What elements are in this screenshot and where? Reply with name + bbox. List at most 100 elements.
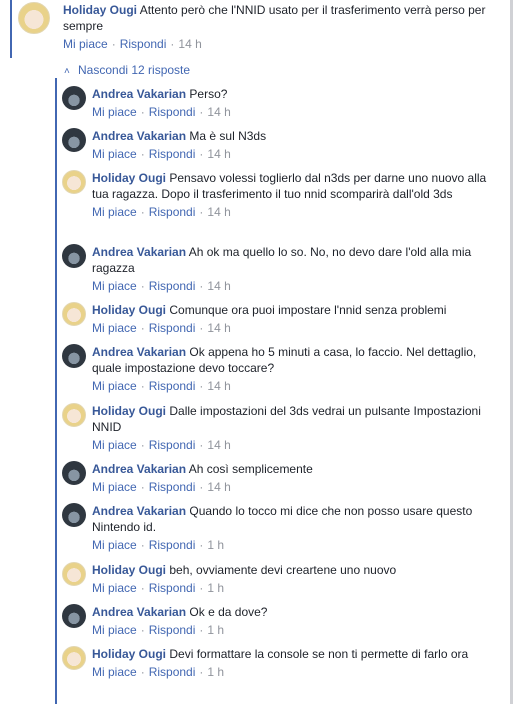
avatar[interactable] xyxy=(62,128,86,152)
like-button[interactable]: Mi piace xyxy=(92,147,137,161)
avatar[interactable] xyxy=(62,403,86,427)
comment-author[interactable]: Andrea Vakarian xyxy=(92,504,186,518)
reply-button[interactable]: Rispondi xyxy=(149,438,196,452)
reply-button[interactable]: Rispondi xyxy=(149,480,196,494)
comment-author[interactable]: Andrea Vakarian xyxy=(92,129,186,143)
comment-author[interactable]: Holiday Ougi xyxy=(63,3,137,17)
timestamp[interactable]: 1 h xyxy=(207,665,224,679)
separator: · xyxy=(140,480,145,494)
reply-comment: Andrea Vakarian Quando lo tocco mi dice … xyxy=(62,503,502,553)
separator: · xyxy=(199,581,204,595)
comment-author[interactable]: Holiday Ougi xyxy=(92,171,166,185)
reply-button[interactable]: Rispondi xyxy=(149,205,196,219)
reply-comment: Holiday Ougi Devi formattare la console … xyxy=(62,646,502,680)
reply-comment: Andrea Vakarian Ok appena ho 5 minuti a … xyxy=(62,344,502,394)
timestamp[interactable]: 14 h xyxy=(207,379,230,393)
avatar[interactable] xyxy=(62,604,86,628)
separator: · xyxy=(199,205,204,219)
like-button[interactable]: Mi piace xyxy=(63,37,108,51)
comment-text: Perso? xyxy=(189,87,228,101)
avatar[interactable] xyxy=(62,646,86,670)
comment-author[interactable]: Holiday Ougi xyxy=(92,303,166,317)
avatar[interactable] xyxy=(18,2,50,34)
separator: · xyxy=(140,105,145,119)
reply-comment: Andrea Vakarian Ah ok ma quello lo so. N… xyxy=(62,244,502,294)
timestamp[interactable]: 14 h xyxy=(207,279,230,293)
reply-button[interactable]: Rispondi xyxy=(149,665,196,679)
comment-author[interactable]: Andrea Vakarian xyxy=(92,87,186,101)
reply-button[interactable]: Rispondi xyxy=(120,37,167,51)
replies-indicator xyxy=(55,78,57,704)
separator: · xyxy=(140,581,145,595)
like-button[interactable]: Mi piace xyxy=(92,581,137,595)
top-comment: Holiday Ougi Attento però che l'NNID usa… xyxy=(18,2,498,52)
timestamp[interactable]: 1 h xyxy=(207,623,224,637)
comment-author[interactable]: Holiday Ougi xyxy=(92,563,166,577)
avatar[interactable] xyxy=(62,302,86,326)
reply-button[interactable]: Rispondi xyxy=(149,538,196,552)
separator: · xyxy=(140,538,145,552)
separator: · xyxy=(140,379,145,393)
timestamp[interactable]: 14 h xyxy=(207,321,230,335)
like-button[interactable]: Mi piace xyxy=(92,438,137,452)
separator: · xyxy=(199,321,204,335)
avatar[interactable] xyxy=(62,562,86,586)
reply-comment: Holiday Ougi beh, ovviamente devi creart… xyxy=(62,562,502,596)
comment-author[interactable]: Andrea Vakarian xyxy=(92,605,186,619)
comment-text: Devi formattare la console se non ti per… xyxy=(169,647,469,661)
reply-button[interactable]: Rispondi xyxy=(149,623,196,637)
reply-button[interactable]: Rispondi xyxy=(149,581,196,595)
like-button[interactable]: Mi piace xyxy=(92,379,137,393)
like-button[interactable]: Mi piace xyxy=(92,623,137,637)
like-button[interactable]: Mi piace xyxy=(92,538,137,552)
timestamp[interactable]: 14 h xyxy=(207,480,230,494)
avatar[interactable] xyxy=(62,244,86,268)
reply-button[interactable]: Rispondi xyxy=(149,279,196,293)
comment-text: Ma è sul N3ds xyxy=(189,129,267,143)
reply-button[interactable]: Rispondi xyxy=(149,105,196,119)
separator: · xyxy=(140,205,145,219)
avatar[interactable] xyxy=(62,503,86,527)
avatar[interactable] xyxy=(62,86,86,110)
timestamp[interactable]: 1 h xyxy=(207,538,224,552)
reply-comment: Holiday Ougi Pensavo volessi toglierlo d… xyxy=(62,170,502,220)
avatar[interactable] xyxy=(62,344,86,368)
like-button[interactable]: Mi piace xyxy=(92,480,137,494)
comment-author[interactable]: Holiday Ougi xyxy=(92,404,166,418)
like-button[interactable]: Mi piace xyxy=(92,279,137,293)
timestamp[interactable]: 14 h xyxy=(207,105,230,119)
timestamp[interactable]: 1 h xyxy=(207,581,224,595)
comment-author[interactable]: Holiday Ougi xyxy=(92,647,166,661)
like-button[interactable]: Mi piace xyxy=(92,321,137,335)
separator: · xyxy=(140,438,145,452)
comment-text: Ah così semplicemente xyxy=(188,462,313,476)
comment-text: Comunque ora puoi impostare l'nnid senza… xyxy=(169,303,447,317)
timestamp[interactable]: 14 h xyxy=(207,205,230,219)
timestamp[interactable]: 14 h xyxy=(207,147,230,161)
comment-author[interactable]: Andrea Vakarian xyxy=(92,245,186,259)
separator: · xyxy=(111,37,116,51)
separator: · xyxy=(199,147,204,161)
reply-comment: Andrea Vakarian Ma è sul N3ds Mi piace · Ri… xyxy=(62,128,502,162)
avatar[interactable] xyxy=(62,170,86,194)
reply-button[interactable]: Rispondi xyxy=(149,321,196,335)
comment-text: beh, ovviamente devi creartene uno nuovo xyxy=(169,563,397,577)
like-button[interactable]: Mi piace xyxy=(92,205,137,219)
separator: · xyxy=(199,379,204,393)
comment-author[interactable]: Andrea Vakarian xyxy=(92,345,186,359)
avatar[interactable] xyxy=(62,461,86,485)
comment-author[interactable]: Andrea Vakarian xyxy=(92,462,186,476)
like-button[interactable]: Mi piace xyxy=(92,665,137,679)
reply-comment: Andrea Vakarian Perso? Mi piace · Rispondi ·… xyxy=(62,86,502,120)
like-button[interactable]: Mi piace xyxy=(92,105,137,119)
separator: · xyxy=(199,105,204,119)
timestamp[interactable]: 14 h xyxy=(178,37,201,51)
reply-comment: Holiday Ougi Comunque ora puoi impostare… xyxy=(62,302,502,336)
reply-comment: Andrea Vakarian Ok e da dove? Mi piace · Ri… xyxy=(62,604,502,638)
hide-replies-toggle[interactable]: ˄ Nascondi 12 risposte xyxy=(64,62,190,80)
separator: · xyxy=(140,279,145,293)
reply-button[interactable]: Rispondi xyxy=(149,147,196,161)
hide-replies-label: Nascondi 12 risposte xyxy=(78,63,191,77)
timestamp[interactable]: 14 h xyxy=(207,438,230,452)
reply-button[interactable]: Rispondi xyxy=(149,379,196,393)
